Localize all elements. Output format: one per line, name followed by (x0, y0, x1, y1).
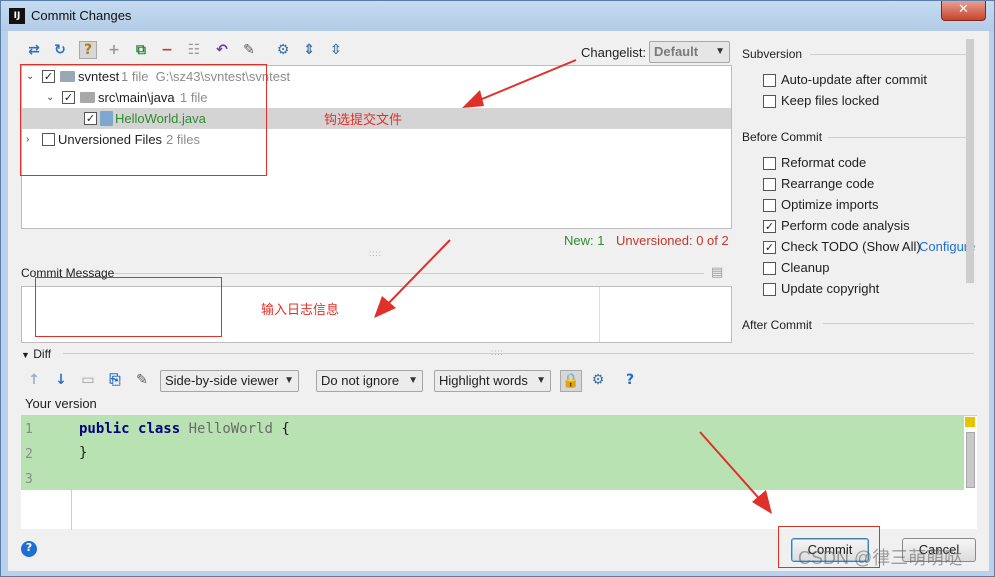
code-line: public class HelloWorld { (79, 421, 290, 437)
select-files-annotation: 钩选提交文件 (324, 112, 403, 127)
open-diff-icon[interactable]: ⎘ (106, 372, 124, 390)
after-commit-section-title: After Commit (742, 318, 813, 332)
collapse-all-icon[interactable]: ⇳ (327, 42, 345, 60)
auto-update-label: Auto-update after commit (781, 72, 927, 87)
help-icon[interactable]: ? (21, 541, 37, 557)
inspection-status-icon[interactable] (965, 417, 975, 427)
cleanup-label: Cleanup (781, 260, 830, 275)
edit-source-icon[interactable]: ✎ (240, 42, 258, 60)
line-number-gutter: 1 2 3 (21, 416, 72, 530)
highlight-mode-value: Highlight words (439, 373, 528, 388)
keep-locked-label: Keep files locked (781, 93, 880, 108)
chevron-down-icon: ▼ (715, 46, 725, 57)
previous-diff-icon[interactable]: ↑ (25, 372, 43, 390)
your-version-label: Your version (25, 396, 97, 411)
diff-help-icon[interactable]: ? (621, 372, 639, 390)
options-scrollbar[interactable] (966, 39, 974, 283)
new-count: New: 1 (564, 233, 605, 248)
add-icon[interactable]: + (105, 42, 123, 60)
csdn-watermark: CSDN @律三萌萌哒 (798, 548, 963, 568)
line-number: 1 (25, 422, 33, 437)
next-diff-icon[interactable]: ↓ (52, 372, 70, 390)
collapse-triangle-icon[interactable]: ▼ (21, 350, 30, 360)
message-highlight-box (35, 277, 222, 337)
highlight-mode-select[interactable]: Highlight words ▼ (434, 370, 551, 392)
section-divider (114, 273, 704, 274)
enter-log-annotation: 输入日志信息 (261, 302, 340, 317)
refresh-icon[interactable]: ↻ (51, 42, 69, 60)
unversioned-count: Unversioned: 0 of 2 (616, 233, 729, 248)
title-bar[interactable]: IJ Commit Changes ✕ (1, 1, 994, 31)
editor-scrollbar[interactable] (966, 432, 975, 488)
code-analysis-label: Perform code analysis (781, 218, 910, 233)
line-number: 3 (25, 472, 33, 487)
chevron-down-icon: ▼ (536, 375, 546, 386)
edit-icon[interactable]: ✎ (133, 372, 151, 390)
window-title: Commit Changes (31, 8, 132, 23)
section-divider (63, 353, 974, 354)
files-highlight-box (20, 64, 267, 176)
line-number: 2 (25, 447, 33, 462)
update-copyright-label: Update copyright (781, 281, 880, 296)
code-analysis-checkbox[interactable]: ✓ (763, 220, 776, 233)
auto-update-checkbox[interactable] (763, 74, 776, 87)
diff-settings-icon[interactable]: ⚙ (589, 372, 607, 390)
move-icon[interactable]: ⧉ (132, 42, 150, 60)
commit-changes-dialog: IJ Commit Changes ✕ ⇄ ↻ ? + ⧉ − ☷ ↶ ✎ ⚙ … (0, 0, 995, 577)
close-button[interactable]: ✕ (941, 1, 986, 21)
message-history-icon[interactable]: ▤ (711, 264, 723, 280)
rearrange-checkbox[interactable] (763, 178, 776, 191)
section-divider (810, 54, 974, 55)
dialog-content: ⇄ ↻ ? + ⧉ − ☷ ↶ ✎ ⚙ ⇕ ⇳ Changelist: Defa… (8, 31, 989, 571)
check-todo-checkbox[interactable]: ✓ (763, 241, 776, 254)
jump-to-source-icon[interactable]: ▭ (79, 372, 97, 390)
viewer-mode-value: Side-by-side viewer (165, 373, 279, 388)
section-divider (823, 323, 974, 324)
right-margin-line (599, 287, 600, 342)
diff-title: Diff (33, 347, 52, 361)
class-name: HelloWorld (188, 421, 273, 437)
cleanup-checkbox[interactable] (763, 262, 776, 275)
keyword: public (79, 421, 130, 437)
changelist-select[interactable]: Default ▼ (649, 41, 730, 63)
ignore-whitespace-value: Do not ignore (321, 373, 400, 388)
intellij-app-icon: IJ (9, 8, 25, 24)
group-icon[interactable]: ☷ (185, 42, 203, 60)
subversion-section-title: Subversion (742, 47, 803, 61)
section-divider (828, 137, 974, 138)
update-copyright-checkbox[interactable] (763, 283, 776, 296)
rearrange-label: Rearrange code (781, 176, 875, 191)
reformat-label: Reformat code (781, 155, 867, 170)
chevron-down-icon: ▼ (408, 375, 418, 386)
keyword: class (138, 421, 181, 437)
changelist-label: Changelist: (581, 45, 647, 60)
check-todo-label: Check TODO (Show All) (781, 239, 921, 254)
remove-icon[interactable]: − (158, 42, 176, 60)
changelist-value: Default (654, 44, 699, 59)
chevron-down-icon: ▼ (284, 375, 294, 386)
code-line: } (79, 445, 88, 461)
splitter-handle[interactable]: :::: (369, 249, 382, 258)
changelist-icon[interactable]: ? (79, 41, 97, 59)
lock-icon[interactable]: 🔒 (560, 370, 582, 392)
before-commit-section-title: Before Commit (742, 130, 823, 144)
diff-icon[interactable]: ⇄ (25, 42, 43, 60)
splitter-handle[interactable]: :::: (491, 348, 504, 357)
diff-section-header[interactable]: ▼ Diff (21, 347, 51, 361)
reformat-checkbox[interactable] (763, 157, 776, 170)
code-text: { (272, 421, 290, 437)
viewer-mode-select[interactable]: Side-by-side viewer ▼ (160, 370, 299, 392)
revert-icon[interactable]: ↶ (213, 42, 231, 60)
settings-icon[interactable]: ⚙ (274, 42, 292, 60)
ignore-whitespace-select[interactable]: Do not ignore ▼ (316, 370, 423, 392)
keep-locked-checkbox[interactable] (763, 95, 776, 108)
optimize-imports-label: Optimize imports (781, 197, 879, 212)
optimize-imports-checkbox[interactable] (763, 199, 776, 212)
expand-all-icon[interactable]: ⇕ (300, 42, 318, 60)
diff-editor[interactable]: 1 2 3 public class HelloWorld { } (21, 415, 977, 530)
